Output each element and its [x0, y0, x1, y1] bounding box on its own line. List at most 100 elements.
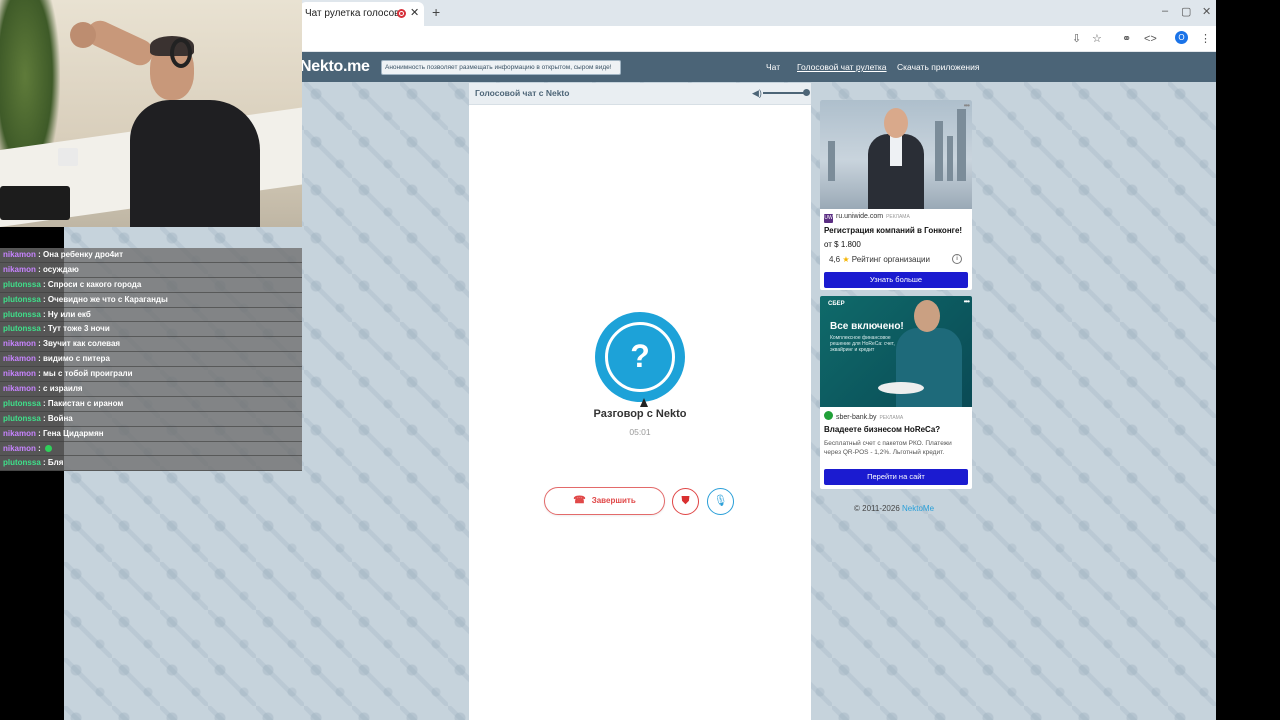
mouse-cursor — [640, 398, 648, 407]
ad-options-icon[interactable]: ••• — [964, 297, 970, 306]
chat-username: nikamon — [3, 384, 36, 394]
chat-message: nikamon : мы с тобой проиграли — [0, 367, 302, 383]
tab-close-icon[interactable]: ✕ — [410, 6, 419, 19]
chat-username: plutonssa — [3, 324, 41, 334]
chat-message: plutonssa : Тут тоже 3 ночи — [0, 322, 302, 338]
ad-rating: 4,6 ★ Рейтинг организации i — [824, 253, 964, 267]
webcam-overlay — [0, 0, 302, 227]
nav-chat[interactable]: Чат — [766, 62, 780, 72]
chat-username: plutonssa — [3, 413, 41, 423]
chat-text: Очевидно же что с Караганды — [47, 294, 168, 304]
ad-sber[interactable]: СБЕР Все включено! Комплексное финансово… — [820, 296, 972, 489]
hang-up-icon: ☎ — [573, 495, 586, 506]
bookmark-star-icon[interactable]: ☆ — [1092, 32, 1102, 46]
ad-title[interactable]: Регистрация компаний в Гонконге! — [824, 226, 962, 235]
code-icon[interactable]: <> — [1144, 32, 1157, 46]
sber-brand: СБЕР — [828, 301, 845, 307]
ad-source[interactable]: sber-bank.by РЕКЛАМА — [824, 411, 903, 421]
chat-username: nikamon — [3, 369, 36, 379]
chat-text: Звучит как солевая — [43, 339, 121, 349]
ad-uniwide[interactable]: ••• UW ru.uniwide.com РЕКЛАМА Регистрация … — [820, 100, 972, 290]
chat-message: nikamon : Она ребенку дро4ит — [0, 248, 302, 263]
chat-username: nikamon — [3, 354, 36, 364]
ad-image-headline: Все включено! — [830, 321, 904, 332]
install-app-icon[interactable]: ⇩ — [1072, 32, 1081, 46]
chat-username: plutonssa — [3, 294, 41, 304]
ad-source[interactable]: UW ru.uniwide.com РЕКЛАМА — [824, 213, 910, 223]
volume-icon[interactable]: ◀) — [752, 88, 762, 99]
chat-username: plutonssa — [3, 279, 41, 289]
end-call-button[interactable]: ☎ Завершить — [544, 487, 665, 515]
volume-slider[interactable] — [763, 92, 807, 94]
chat-message: nikamon : видимо с питера — [0, 352, 302, 368]
peer-name: Разговор с Nekto — [593, 408, 687, 420]
chat-text: осуждаю — [43, 264, 79, 274]
chat-message: plutonssa : Очевидно же что с Караганды — [0, 292, 302, 308]
end-call-label: Завершить — [591, 496, 636, 505]
voice-chat-panel: Голосовой чат с Nekto ◀) ? Разговор с Ne… — [469, 83, 811, 720]
menu-dots-icon[interactable]: ⋮ — [1200, 32, 1211, 46]
chat-text: Гена Цидармян — [43, 428, 104, 438]
info-icon[interactable]: i — [952, 254, 962, 264]
panel-title: Голосовой чат с Nekto — [475, 88, 570, 98]
chat-text: мы с тобой проиграли — [43, 369, 133, 379]
stream-chat-overlay: nikamon : Она ребенку дро4ит nikamon : ос… — [0, 248, 302, 472]
minimize-button[interactable]: – — [1162, 5, 1168, 17]
uniwide-logo-icon: UW — [824, 214, 833, 223]
chat-username: nikamon — [3, 443, 36, 453]
ad-options-icon[interactable]: ••• — [964, 101, 970, 110]
nav-voice-chat[interactable]: Голосовой чат рулетка — [797, 62, 887, 72]
ad-title[interactable]: Владеете бизнесом HoReCa? — [824, 425, 940, 434]
emote-icon — [45, 444, 53, 452]
browser-tab[interactable]: Чат рулетка голосов ✕ — [300, 2, 424, 26]
chat-text: Ну или екб — [47, 309, 91, 319]
chat-text: видимо с питера — [43, 354, 110, 364]
volume-slider-thumb[interactable] — [803, 89, 810, 96]
call-timer: 05:01 — [629, 427, 651, 437]
footer-link[interactable]: NektoMe — [902, 504, 934, 513]
chat-text: Бля — [47, 458, 64, 468]
site-logo[interactable]: Nekto.me — [300, 58, 370, 76]
ad-visit-site-button[interactable]: Перейти на сайт — [824, 469, 968, 485]
report-button[interactable]: ⛊ — [672, 488, 699, 515]
ad-image-chef[interactable]: СБЕР Все включено! Комплексное финансово… — [820, 296, 972, 407]
chat-username: nikamon — [3, 264, 36, 274]
microphone-button[interactable]: 🎙︎ — [707, 488, 734, 515]
chat-message: nikamon : Гена Цидармян — [0, 426, 302, 442]
chat-message: plutonssa : Бля — [0, 456, 302, 472]
link-icon[interactable]: ⚭ — [1122, 32, 1131, 46]
maximize-button[interactable]: ▢ — [1181, 5, 1191, 18]
profile-avatar[interactable]: O — [1175, 31, 1188, 44]
site-footer: © 2011-2026 NektoMe — [854, 504, 935, 513]
ad-learn-more-button[interactable]: Узнать больше — [824, 272, 968, 288]
chat-username: nikamon — [3, 428, 36, 438]
nav-download-apps[interactable]: Скачать приложения — [897, 62, 979, 72]
ad-description: Бесплатный счет с пакетом РКО. Платежи ч… — [824, 440, 952, 456]
shield-icon: ⛊ — [681, 495, 690, 507]
star-icon: ★ — [842, 255, 850, 264]
question-mark-icon: ? — [605, 322, 675, 392]
chat-text: Война — [47, 413, 73, 423]
chat-text: Она ребенку дро4ит — [43, 250, 124, 259]
chat-username: plutonssa — [3, 458, 41, 468]
sber-logo-icon — [824, 411, 833, 420]
chat-text: Пакистан с ираном — [47, 398, 124, 408]
tab-title: Чат рулетка голосов — [305, 8, 400, 19]
chat-text: с израиля — [43, 384, 83, 394]
recording-indicator-icon — [397, 9, 406, 18]
ad-image-businessman[interactable] — [820, 100, 972, 209]
chat-text: Спроси с какого города — [47, 279, 142, 289]
chat-message: plutonssa : Война — [0, 411, 302, 427]
chat-message: plutonssa : Ну или екб — [0, 307, 302, 323]
ad-image-copy: Комплексное финансовое решение для HoReC… — [830, 335, 895, 353]
chat-username: nikamon — [3, 250, 36, 259]
peer-avatar: ? — [595, 312, 685, 402]
new-tab-button[interactable]: + — [432, 4, 440, 20]
chat-message: nikamon : Звучит как солевая — [0, 337, 302, 353]
chat-message: nikamon : с израиля — [0, 382, 302, 397]
microphone-icon: 🎙︎ — [713, 495, 728, 507]
anonymity-notice: Анонимность позволяет размещать информац… — [381, 60, 621, 75]
close-window-button[interactable]: ✕ — [1202, 5, 1211, 18]
chat-username: plutonssa — [3, 398, 41, 408]
ad-price: от $ 1.800 — [824, 240, 861, 249]
